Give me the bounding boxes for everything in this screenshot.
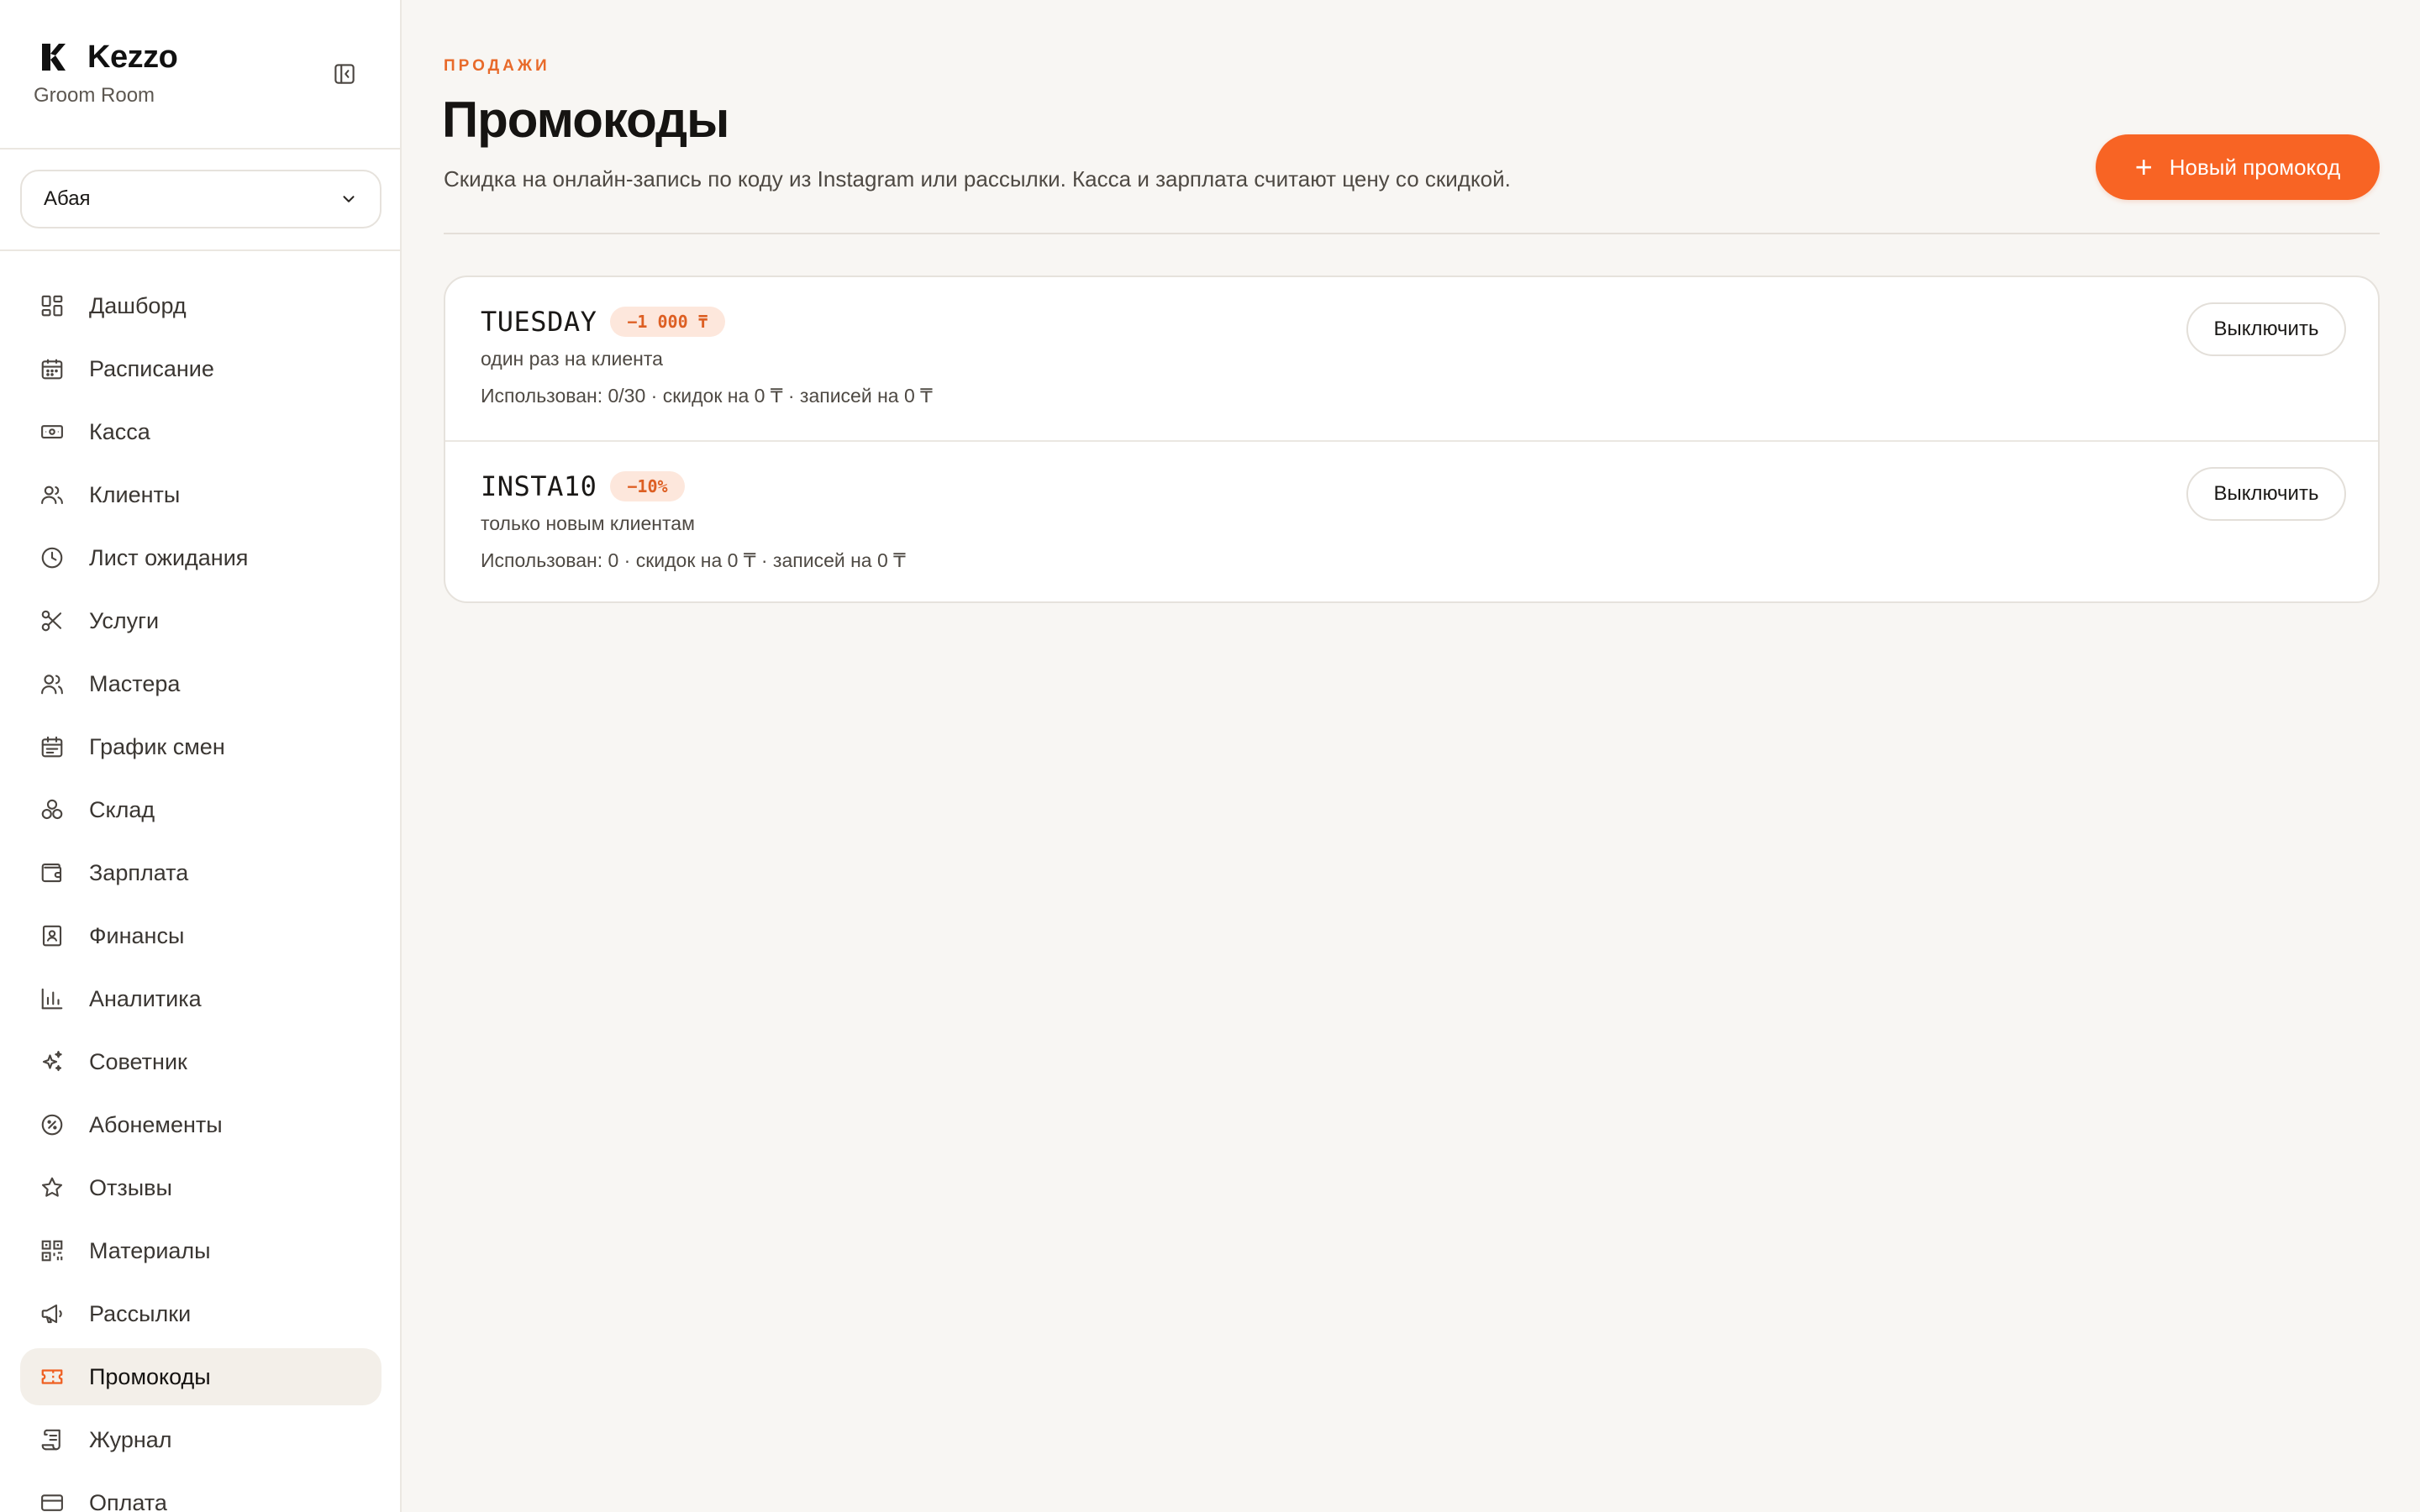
sidebar-item-dashboard[interactable]: Дашборд bbox=[20, 277, 381, 334]
masters-icon bbox=[39, 670, 66, 697]
sidebar-item-services[interactable]: Услуги bbox=[20, 592, 381, 649]
sidebar-item-finance[interactable]: Финансы bbox=[20, 907, 381, 964]
sidebar-item-materials[interactable]: Материалы bbox=[20, 1222, 381, 1279]
promocode-condition: только новым клиентам bbox=[481, 512, 695, 534]
sidebar: Kezzo Groom Room Абая Дашборд Расписание… bbox=[0, 0, 402, 1512]
sidebar-collapse-icon bbox=[334, 64, 355, 84]
sidebar-item-clients[interactable]: Клиенты bbox=[20, 466, 381, 523]
qr-code-icon bbox=[39, 1237, 66, 1264]
sidebar-item-masters[interactable]: Мастера bbox=[20, 655, 381, 712]
sidebar-item-label: Аналитика bbox=[89, 985, 202, 1011]
sidebar-item-label: Рассылки bbox=[89, 1300, 192, 1326]
sparkles-icon bbox=[39, 1048, 66, 1075]
header-divider bbox=[444, 233, 2380, 234]
sidebar-item-reviews[interactable]: Отзывы bbox=[20, 1159, 381, 1216]
sidebar-item-label: Лист ожидания bbox=[89, 544, 249, 570]
plus-icon: + bbox=[2134, 150, 2153, 184]
wallet-icon bbox=[39, 859, 66, 886]
sidebar-item-subscriptions[interactable]: Абонементы bbox=[20, 1096, 381, 1153]
disable-promocode-button[interactable]: Выключить bbox=[2186, 467, 2346, 521]
sidebar-item-label: Журнал bbox=[89, 1426, 172, 1452]
sidebar-item-label: Склад bbox=[89, 796, 155, 822]
megaphone-icon bbox=[39, 1300, 66, 1327]
promocode-code: INSTA10 bbox=[481, 470, 597, 502]
promocode-stats: Использован: 0 · скидок на 0 ₸ · записей… bbox=[481, 549, 906, 571]
calendar-icon bbox=[39, 355, 66, 382]
brand[interactable]: Kezzo bbox=[40, 37, 178, 77]
brand-subtitle: Groom Room bbox=[34, 84, 155, 107]
boxes-icon bbox=[39, 796, 66, 823]
branch-select[interactable]: Абая bbox=[20, 170, 381, 228]
sidebar-divider bbox=[0, 148, 400, 150]
finance-book-icon bbox=[39, 922, 66, 949]
promocode-row: TUESDAY −1 000 ₸ один раз на клиента Исп… bbox=[445, 277, 2378, 440]
promocode-code: TUESDAY bbox=[481, 306, 597, 338]
sidebar-item-label: Клиенты bbox=[89, 481, 181, 507]
sidebar-item-payment[interactable]: Оплата bbox=[20, 1474, 381, 1512]
sidebar-item-label: Расписание bbox=[89, 355, 214, 381]
ticket-icon bbox=[39, 1363, 66, 1390]
kezzo-logo-icon bbox=[42, 44, 66, 71]
new-promocode-button-label: Новый промокод bbox=[2169, 154, 2341, 180]
brand-name: Kezzo bbox=[87, 39, 178, 75]
sidebar-divider bbox=[0, 249, 400, 251]
section-eyebrow: ПРОДАЖИ bbox=[444, 57, 550, 75]
sidebar-item-journal[interactable]: Журнал bbox=[20, 1411, 381, 1468]
sidebar-item-label: Абонементы bbox=[89, 1111, 223, 1137]
sidebar-item-advisor[interactable]: Советник bbox=[20, 1033, 381, 1090]
chevron-down-icon bbox=[343, 196, 355, 202]
sidebar-item-label: Советник bbox=[89, 1048, 187, 1074]
sidebar-item-label: Мастера bbox=[89, 670, 181, 696]
page-title: Промокоды bbox=[442, 92, 729, 148]
promocode-head: TUESDAY −1 000 ₸ bbox=[481, 306, 725, 338]
sidebar-item-waitlist[interactable]: Лист ожидания bbox=[20, 529, 381, 586]
sidebar-item-label: Услуги bbox=[89, 607, 160, 633]
disable-promocode-button[interactable]: Выключить bbox=[2186, 302, 2346, 356]
sidebar-collapse-button[interactable] bbox=[331, 60, 358, 87]
dashboard-icon bbox=[39, 292, 66, 319]
promocode-row: INSTA10 −10% только новым клиентам Испол… bbox=[445, 440, 2378, 601]
promocode-discount-badge: −1 000 ₸ bbox=[610, 307, 725, 337]
cash-icon bbox=[39, 418, 66, 445]
promocode-stats: Использован: 0/30 · скидок на 0 ₸ · запи… bbox=[481, 385, 933, 407]
sidebar-item-warehouse[interactable]: Склад bbox=[20, 781, 381, 838]
promocode-discount-badge: −10% bbox=[610, 471, 685, 501]
branch-select-value: Абая bbox=[44, 187, 91, 210]
sidebar-item-label: Промокоды bbox=[89, 1363, 211, 1389]
star-icon bbox=[39, 1174, 66, 1201]
sidebar-item-label: Отзывы bbox=[89, 1174, 172, 1200]
sidebar-item-mailings[interactable]: Рассылки bbox=[20, 1285, 381, 1342]
promocode-head: INSTA10 −10% bbox=[481, 470, 685, 502]
sidebar-item-cashbox[interactable]: Касса bbox=[20, 403, 381, 460]
sidebar-item-label: Зарплата bbox=[89, 859, 189, 885]
scissors-icon bbox=[39, 607, 66, 634]
bar-chart-icon bbox=[39, 985, 66, 1012]
promocode-list: TUESDAY −1 000 ₸ один раз на клиента Исп… bbox=[444, 276, 2380, 603]
sidebar-item-promocodes[interactable]: Промокоды bbox=[20, 1348, 381, 1405]
shift-calendar-icon bbox=[39, 733, 66, 760]
percent-badge-icon bbox=[39, 1111, 66, 1138]
new-promocode-button[interactable]: + Новый промокод bbox=[2096, 134, 2380, 200]
sidebar-item-label: Дашборд bbox=[89, 292, 187, 318]
sidebar-item-label: Оплата bbox=[89, 1489, 167, 1512]
sidebar-item-label: График смен bbox=[89, 733, 225, 759]
scroll-icon bbox=[39, 1426, 66, 1453]
credit-card-icon bbox=[39, 1489, 66, 1512]
sidebar-item-label: Финансы bbox=[89, 922, 185, 948]
sidebar-nav: Дашборд Расписание Касса Клиенты Лист ож… bbox=[20, 277, 381, 1512]
sidebar-item-label: Касса bbox=[89, 418, 150, 444]
sidebar-item-salary[interactable]: Зарплата bbox=[20, 844, 381, 901]
app-root: Kezzo Groom Room Абая Дашборд Расписание… bbox=[0, 0, 2420, 1512]
users-icon bbox=[39, 481, 66, 508]
sidebar-item-label: Материалы bbox=[89, 1237, 211, 1263]
page-description: Скидка на онлайн-запись по коду из Insta… bbox=[444, 166, 1511, 192]
promocode-condition: один раз на клиента bbox=[481, 348, 663, 370]
sidebar-item-schedule[interactable]: Расписание bbox=[20, 340, 381, 397]
sidebar-item-shifts[interactable]: График смен bbox=[20, 718, 381, 775]
sidebar-item-analytics[interactable]: Аналитика bbox=[20, 970, 381, 1027]
clock-icon bbox=[39, 544, 66, 571]
